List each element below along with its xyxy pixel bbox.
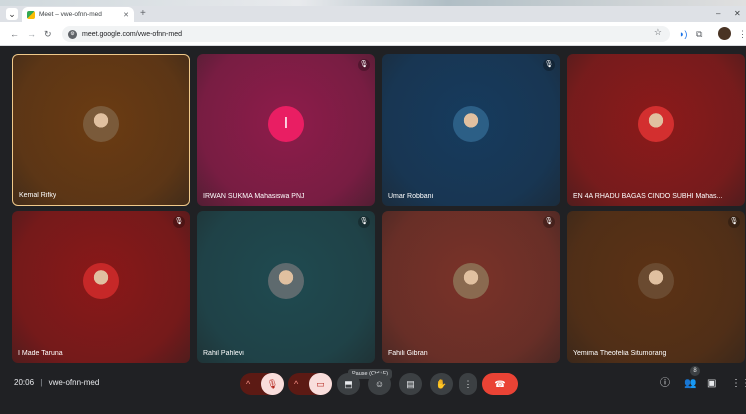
participant-name: Fahili Gibran	[388, 350, 428, 357]
mic-muted-icon: 🎙	[358, 59, 370, 71]
tab-title: Meet – vwe-ofnn-med	[39, 11, 102, 18]
participant-tile[interactable]: I 🎙 IRWAN SUKMA Mahasiswa PNJ	[197, 54, 375, 206]
info-separator: |	[40, 378, 43, 387]
participant-avatar	[83, 106, 119, 142]
participant-avatar	[638, 263, 674, 299]
mic-muted-icon: 🎙	[543, 216, 555, 228]
clock-time: 20:06	[14, 378, 35, 387]
emoji-reaction-icon[interactable]: ☺	[368, 373, 391, 395]
participant-avatar	[268, 263, 304, 299]
browser-menu-icon[interactable]: ⋮	[738, 28, 746, 40]
chat-icon[interactable]: ▣	[707, 378, 716, 390]
participant-name: Kemal Rifky	[19, 192, 57, 199]
reload-button[interactable]: ↻	[44, 28, 52, 40]
extensions-icon[interactable]: ⧉	[696, 28, 702, 40]
profile-avatar[interactable]	[718, 27, 731, 40]
people-icon[interactable]: 👥	[684, 378, 696, 390]
raise-hand-icon[interactable]: ✋	[430, 373, 453, 395]
participant-name: IRWAN SUKMA Mahasiswa PNJ	[203, 193, 305, 200]
meet-favicon-icon	[27, 10, 35, 19]
mic-muted-icon: 🎙	[728, 216, 740, 228]
participant-avatar	[83, 263, 119, 299]
tab-close-button[interactable]: ✕	[123, 11, 129, 19]
participant-tile[interactable]: 🎙 I Made Taruna	[12, 211, 190, 363]
activities-icon[interactable]: ⋮⋮	[731, 378, 746, 390]
mic-off-icon[interactable]: 🎙	[261, 373, 284, 395]
forward-button[interactable]: →	[27, 28, 36, 40]
meeting-controls-bar: 20:06 | vwe-ofnn-med Pause (Ctrl+F) ^ 🎙 …	[0, 366, 746, 414]
site-info-icon[interactable]: ⚙	[68, 29, 77, 39]
tab-bar: ⌄ Meet – vwe-ofnn-med ✕ + – ✕	[0, 6, 746, 22]
meet-stage: Kemal Rifky I 🎙 IRWAN SUKMA Mahasiswa PNJ 🎙 U…	[0, 47, 746, 414]
participant-tile[interactable]: 🎙 Rahil Pahlevi	[197, 211, 375, 363]
cast-icon[interactable]: ◗)	[679, 28, 687, 40]
tab-search-button[interactable]: ⌄	[6, 8, 18, 20]
address-bar: ← → ↻ ⚙ meet.google.com/vwe-ofnn-med ☆ ◗…	[0, 22, 746, 46]
back-button[interactable]: ←	[10, 28, 19, 40]
participant-name: Yemima Theofelia Situmorang	[573, 350, 667, 357]
participant-avatar	[638, 106, 674, 142]
participants-count-badge: 8	[690, 366, 700, 376]
mic-muted-icon: 🎙	[358, 216, 370, 228]
participant-tile[interactable]: EN 4A RHADU BAGAS CINDO SUBHI Mahas...	[567, 54, 745, 206]
participant-tile[interactable]: Kemal Rifky	[12, 54, 190, 206]
leave-call-icon[interactable]: ☎	[482, 373, 518, 395]
camera-off-icon[interactable]: ▭	[309, 373, 332, 395]
url-text: meet.google.com/vwe-ofnn-med	[82, 30, 182, 38]
mic-muted-icon: 🎙	[543, 59, 555, 71]
meeting-info: 20:06 | vwe-ofnn-med	[14, 378, 99, 387]
participant-avatar	[453, 263, 489, 299]
meeting-code: vwe-ofnn-med	[48, 378, 100, 387]
participant-avatar	[453, 106, 489, 142]
participant-name: I Made Taruna	[18, 350, 63, 357]
url-input[interactable]: ⚙ meet.google.com/vwe-ofnn-med ☆	[62, 26, 670, 42]
meeting-details-icon[interactable]: ⓘ	[660, 378, 670, 390]
minimize-button[interactable]: –	[716, 8, 720, 20]
bookmark-star-icon[interactable]: ☆	[654, 27, 662, 38]
more-options-icon[interactable]: ⋮	[459, 373, 477, 395]
close-window-button[interactable]: ✕	[734, 8, 741, 20]
participant-name: Umar Robbani	[388, 193, 434, 200]
present-screen-icon[interactable]: ⬒	[337, 373, 360, 395]
participant-avatar: I	[268, 106, 304, 142]
participant-tile[interactable]: 🎙 Fahili Gibran	[382, 211, 560, 363]
new-tab-button[interactable]: +	[140, 8, 146, 20]
captions-icon[interactable]: ▤	[399, 373, 422, 395]
tab-meet[interactable]: Meet – vwe-ofnn-med ✕	[22, 7, 134, 22]
participant-tile[interactable]: 🎙 Umar Robbani	[382, 54, 560, 206]
participant-name: Rahil Pahlevi	[203, 350, 244, 357]
mic-muted-icon: 🎙	[173, 216, 185, 228]
participant-name: EN 4A RHADU BAGAS CINDO SUBHI Mahas...	[573, 193, 723, 200]
participant-tile[interactable]: 🎙 Yemima Theofelia Situmorang	[567, 211, 745, 363]
